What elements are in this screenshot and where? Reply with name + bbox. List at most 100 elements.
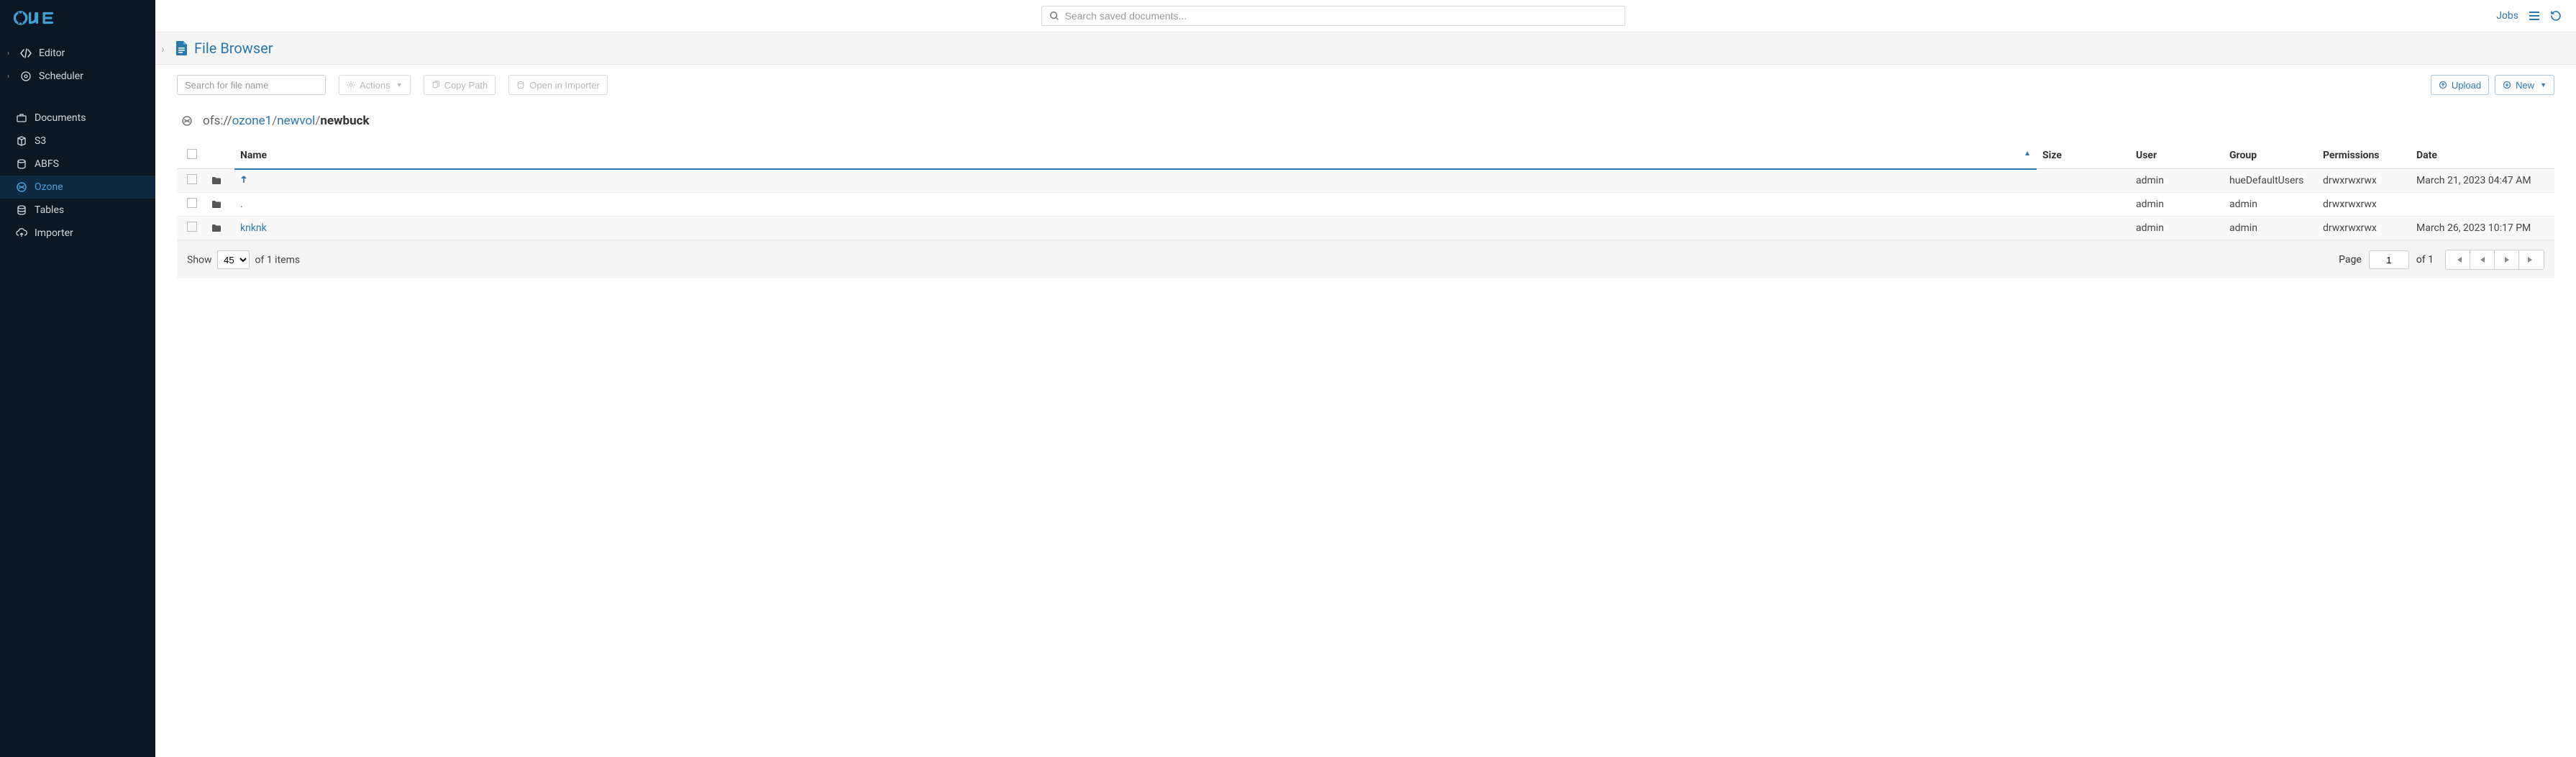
jobs-link[interactable]: Jobs [2496, 10, 2518, 22]
caret-down-icon: ▼ [2540, 81, 2547, 89]
logo[interactable] [0, 0, 155, 39]
nav-label: Ozone [35, 181, 63, 193]
button-label: New [2516, 80, 2534, 91]
page-title: File Browser [194, 40, 273, 57]
nav-documents[interactable]: Documents [0, 106, 155, 130]
nav-scheduler[interactable]: › Scheduler [0, 65, 155, 88]
chevron-right-icon[interactable]: › [161, 42, 171, 55]
cell-date: March 21, 2023 04:47 AM [2411, 169, 2554, 193]
chevron-right-icon: › [7, 73, 16, 81]
col-user[interactable]: User [2130, 142, 2224, 169]
nav-label: Tables [35, 204, 64, 216]
path-current: newbuck [320, 114, 369, 128]
open-importer-button[interactable]: Open in Importer [508, 75, 608, 95]
history-icon[interactable] [2550, 10, 2562, 22]
cell-perm: drwxrwxrwx [2317, 217, 2411, 240]
nav-label: S3 [35, 135, 46, 147]
folder-icon [211, 224, 229, 232]
table-row[interactable]: knknk admin admin drwxrwxrwx March 26, 2… [177, 217, 2554, 240]
col-name[interactable]: Name▲ [234, 142, 2037, 169]
cloud-upload-icon [13, 227, 30, 239]
sidebar: › Editor › Scheduler Documen [0, 0, 155, 757]
page-label: Page [2339, 254, 2362, 266]
file-table: Name▲ Size User Group Permissions Date [177, 142, 2554, 240]
of-pages: of 1 [2416, 254, 2434, 266]
table-footer: Show 45 of 1 items Page of 1 [177, 240, 2554, 278]
col-permissions[interactable]: Permissions [2317, 142, 2411, 169]
toolbar: Actions ▼ Copy Path Open in Importer Upl… [177, 75, 2554, 95]
button-label: Upload [2452, 80, 2481, 91]
tables-icon [13, 204, 30, 216]
button-label: Actions [360, 80, 390, 91]
topbar: Jobs [155, 0, 2576, 32]
page-input[interactable] [2369, 250, 2409, 269]
cell-perm: drwxrwxrwx [2317, 193, 2411, 217]
global-search-input[interactable] [1065, 10, 1617, 22]
table-row[interactable]: . admin admin drwxrwxrwx [177, 193, 2554, 217]
file-search-input[interactable] [177, 75, 326, 95]
cell-user: admin [2130, 193, 2224, 217]
nav-label: Editor [39, 47, 65, 59]
row-checkbox[interactable] [187, 222, 197, 232]
row-checkbox[interactable] [187, 174, 197, 184]
ozone-icon [181, 115, 193, 127]
next-page-button[interactable] [2495, 250, 2519, 269]
breadcrumb: ofs://ozone1/newvol/newbuck [203, 114, 370, 128]
copy-path-button[interactable]: Copy Path [424, 75, 496, 95]
cell-date: March 26, 2023 10:17 PM [2411, 217, 2554, 240]
cell-group: hueDefaultUsers [2224, 169, 2317, 193]
nav-editor[interactable]: › Editor [0, 42, 155, 65]
folder-link[interactable]: knknk [240, 222, 267, 234]
search-icon [1049, 11, 1059, 21]
path-scheme: ofs:// [203, 114, 232, 128]
nav-s3[interactable]: S3 [0, 130, 155, 153]
database-icon [13, 158, 30, 170]
copy-icon [431, 81, 440, 89]
cell-group: admin [2224, 217, 2317, 240]
parent-dir-link[interactable] [240, 175, 247, 186]
folder-icon [211, 176, 229, 185]
s3-icon [13, 135, 30, 147]
nav-importer[interactable]: Importer [0, 222, 155, 245]
list-icon[interactable] [2529, 11, 2540, 21]
cell-user: admin [2130, 217, 2224, 240]
col-date[interactable]: Date [2411, 142, 2554, 169]
nav-label: ABFS [35, 158, 59, 170]
row-checkbox[interactable] [187, 198, 197, 208]
nav-label: Importer [35, 227, 73, 239]
upload-button[interactable]: Upload [2431, 75, 2489, 95]
new-button[interactable]: New ▼ [2495, 75, 2554, 95]
show-label: Show [187, 255, 212, 266]
actions-button[interactable]: Actions ▼ [339, 75, 411, 95]
button-label: Copy Path [444, 80, 488, 91]
prev-page-button[interactable] [2470, 250, 2495, 269]
last-page-button[interactable] [2519, 250, 2544, 269]
button-label: Open in Importer [529, 80, 600, 91]
sort-asc-icon: ▲ [2024, 150, 2031, 158]
path-seg1[interactable]: ozone1 [232, 114, 273, 128]
nav-abfs[interactable]: ABFS [0, 153, 155, 176]
ozone-icon [13, 181, 30, 193]
col-group[interactable]: Group [2224, 142, 2317, 169]
page-size-select[interactable]: 45 [217, 250, 250, 269]
path-seg2[interactable]: newvol [277, 114, 315, 128]
nav-label: Scheduler [39, 71, 83, 82]
nav-label: Documents [35, 112, 86, 124]
chevron-right-icon: › [7, 50, 16, 58]
nav-tables[interactable]: Tables [0, 199, 155, 222]
cell-user: admin [2130, 169, 2224, 193]
nav-ozone[interactable]: Ozone [0, 176, 155, 199]
table-row[interactable]: admin hueDefaultUsers drwxrwxrwx March 2… [177, 169, 2554, 193]
plus-circle-icon [2503, 81, 2511, 89]
scheduler-icon [17, 71, 35, 82]
first-page-button[interactable] [2446, 250, 2470, 269]
global-search[interactable] [1041, 6, 1625, 26]
file-icon [175, 40, 188, 56]
folder-icon [211, 200, 229, 209]
of-items: of 1 items [255, 255, 301, 266]
page-header: › File Browser [155, 32, 2576, 65]
col-size[interactable]: Size [2037, 142, 2130, 169]
cell-date [2411, 193, 2554, 217]
select-all-checkbox[interactable] [187, 149, 197, 159]
importer-icon [516, 81, 525, 89]
